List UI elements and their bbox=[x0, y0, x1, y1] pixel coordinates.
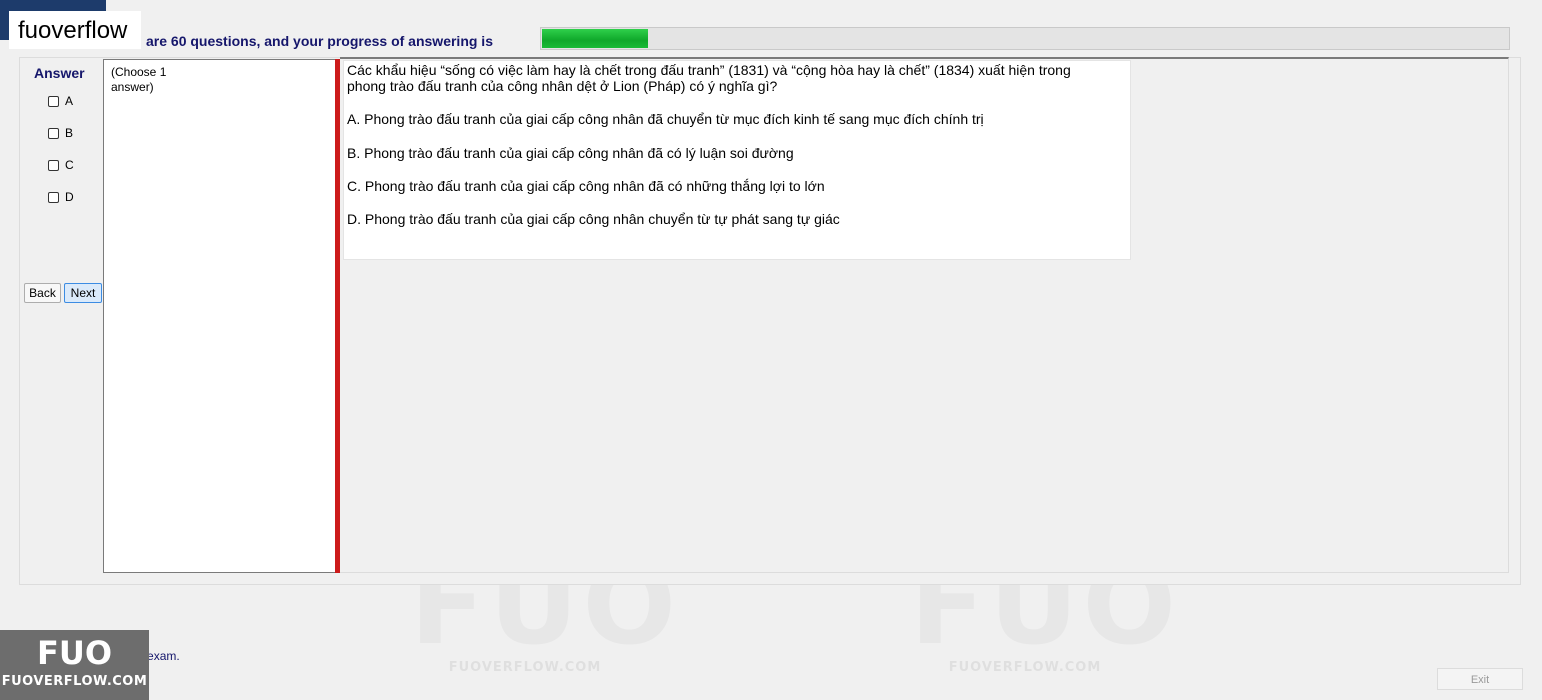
answer-option-label: C bbox=[65, 158, 74, 172]
checkbox-c[interactable] bbox=[48, 159, 59, 171]
checkbox-a[interactable] bbox=[48, 95, 59, 107]
checkbox-b[interactable] bbox=[48, 127, 59, 139]
answer-option-label: A bbox=[65, 94, 74, 108]
logo-text: FUO bbox=[36, 634, 113, 672]
answer-option-d[interactable]: D bbox=[48, 190, 74, 204]
choose-hint-panel: (Choose 1 answer) bbox=[103, 59, 336, 573]
progress-text: are 60 questions, and your progress of a… bbox=[146, 33, 493, 49]
answer-option-label: D bbox=[65, 190, 74, 204]
question-option-c: C. Phong trào đấu tranh của giai cấp côn… bbox=[347, 178, 825, 194]
exit-button[interactable]: Exit bbox=[1437, 668, 1523, 690]
answer-option-c[interactable]: C bbox=[48, 158, 74, 172]
back-button[interactable]: Back bbox=[24, 283, 61, 303]
question-option-b: B. Phong trào đấu tranh của giai cấp côn… bbox=[347, 145, 794, 161]
answer-option-label: B bbox=[65, 126, 74, 140]
logo-site-text: FUOVERFLOW.COM bbox=[1, 674, 148, 689]
question-option-a: A. Phong trào đấu tranh của giai cấp côn… bbox=[347, 111, 984, 127]
checkbox-d[interactable] bbox=[48, 191, 59, 203]
brand-label: fuoverflow bbox=[9, 11, 141, 49]
answer-option-a[interactable]: A bbox=[48, 94, 73, 108]
question-text: Các khẩu hiệu “sống có việc làm hay là c… bbox=[347, 62, 1071, 94]
next-button[interactable]: Next bbox=[64, 283, 102, 303]
choose-hint: (Choose 1 answer) bbox=[111, 65, 167, 94]
fuoverflow-logo: FUO FUOVERFLOW.COM bbox=[0, 630, 149, 700]
progress-bar bbox=[540, 27, 1510, 50]
progress-fill bbox=[542, 29, 648, 48]
answer-title: Answer bbox=[34, 65, 85, 81]
question-option-d: D. Phong trào đấu tranh của giai cấp côn… bbox=[347, 211, 840, 227]
answer-option-b[interactable]: B bbox=[48, 126, 73, 140]
